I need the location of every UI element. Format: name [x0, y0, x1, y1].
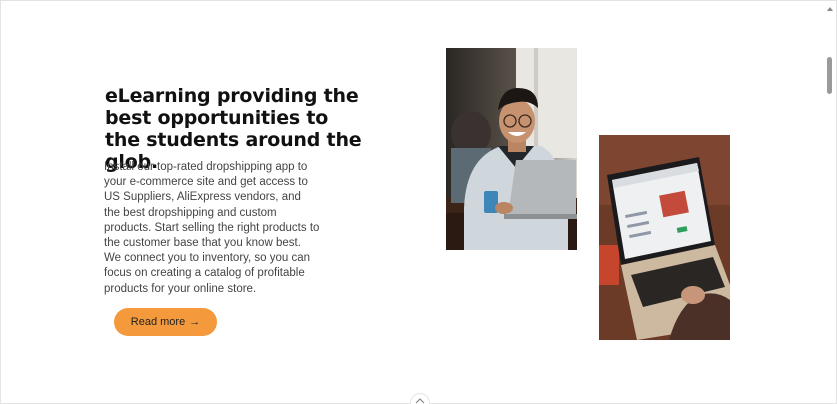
chevron-up-icon[interactable]	[410, 393, 430, 404]
read-more-label: Read more	[130, 316, 186, 328]
scrollbar-thumb[interactable]	[827, 57, 832, 94]
arrow-right-icon: →	[189, 316, 201, 328]
hero-description: Install our top-rated dropshipping app t…	[104, 161, 320, 295]
read-more-button[interactable]: Read more →	[114, 308, 217, 336]
laptop-photo	[599, 135, 730, 340]
scrollbar[interactable]	[827, 7, 833, 399]
page-frame: eLearning providing the best opportuniti…	[0, 0, 837, 404]
student-photo	[446, 48, 577, 250]
scroll-up-arrow-icon[interactable]	[827, 7, 833, 11]
